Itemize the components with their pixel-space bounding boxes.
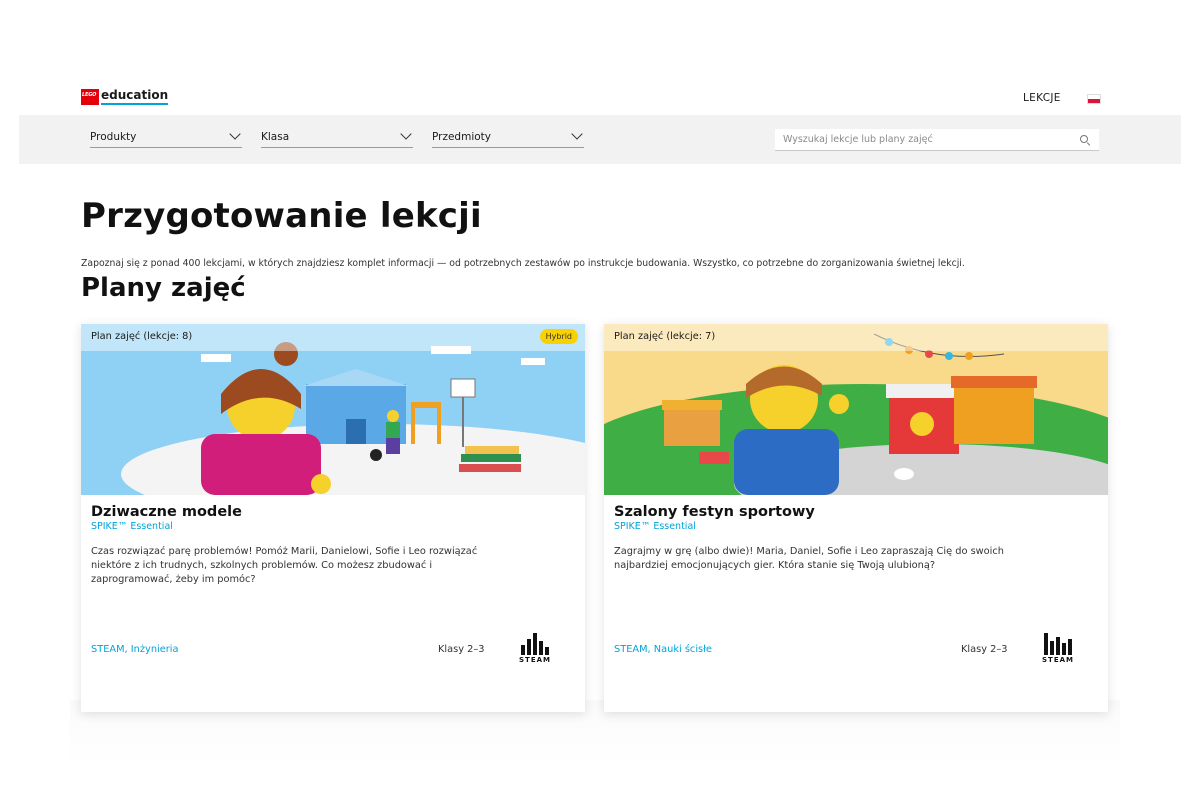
chevron-down-icon	[400, 128, 412, 140]
card-subjects: STEAM, Inżynieria	[91, 644, 179, 655]
card-grade: Klasy 2–3	[961, 644, 1008, 655]
search-icon[interactable]	[1079, 134, 1091, 146]
filter-products-dropdown[interactable]: Produkty	[90, 126, 242, 148]
filter-label: Przedmioty	[432, 130, 492, 143]
card-title[interactable]: Szalony festyn sportowy	[614, 504, 815, 520]
lesson-count: Plan zajęć (lekcje: 7)	[604, 324, 1108, 351]
card-product: SPIKE™ Essential	[614, 521, 696, 532]
page-intro: Zapoznaj się z ponad 400 lekcjami, w któ…	[81, 258, 965, 269]
card-image: Plan zajęć (lekcje: 7)	[604, 324, 1108, 495]
filter-bar: Produkty Klasa Przedmioty	[19, 115, 1181, 164]
filter-subjects-dropdown[interactable]: Przedmioty	[432, 126, 584, 148]
chevron-down-icon	[229, 128, 241, 140]
page-title: Przygotowanie lekcji	[81, 196, 482, 236]
steam-icon: STEAM	[518, 633, 552, 665]
filter-label: Produkty	[90, 130, 137, 143]
flag-poland-icon[interactable]	[1087, 94, 1101, 104]
top-header: LEGO education LEKCJE	[0, 0, 1200, 115]
nav-lessons-link[interactable]: LEKCJE	[1023, 92, 1061, 104]
card-subjects: STEAM, Nauki ścisłe	[614, 644, 712, 655]
search-input[interactable]	[783, 134, 1079, 145]
section-title: Plany zajęć	[81, 273, 246, 303]
card-description: Zagrajmy w grę (albo dwie)! Maria, Danie…	[614, 546, 1004, 571]
chevron-down-icon	[571, 128, 583, 140]
search-box	[775, 129, 1099, 151]
lesson-count: Plan zajęć (lekcje: 8)	[81, 324, 585, 351]
card-product: SPIKE™ Essential	[91, 521, 173, 532]
filter-label: Klasa	[261, 130, 290, 143]
card-grade: Klasy 2–3	[438, 644, 485, 655]
lesson-plan-card[interactable]: Plan zajęć (lekcje: 8) Hybrid Dziwaczne …	[81, 324, 585, 712]
lesson-plan-card[interactable]: Plan zajęć (lekcje: 7) Szalony festyn sp…	[604, 324, 1108, 712]
steam-icon: STEAM	[1041, 633, 1075, 665]
filter-grade-dropdown[interactable]: Klasa	[261, 126, 413, 148]
lego-logo-mark: LEGO	[81, 89, 99, 105]
card-description: Czas rozwiązać parę problemów! Pomóż Mar…	[91, 546, 478, 585]
steam-label: STEAM	[1042, 656, 1074, 664]
steam-label: STEAM	[519, 656, 551, 664]
card-image: Plan zajęć (lekcje: 8) Hybrid	[81, 324, 585, 495]
logo-text: education	[101, 89, 169, 105]
card-title[interactable]: Dziwaczne modele	[91, 504, 242, 520]
hybrid-badge: Hybrid	[539, 329, 578, 344]
lego-education-logo[interactable]: LEGO education	[81, 89, 169, 105]
